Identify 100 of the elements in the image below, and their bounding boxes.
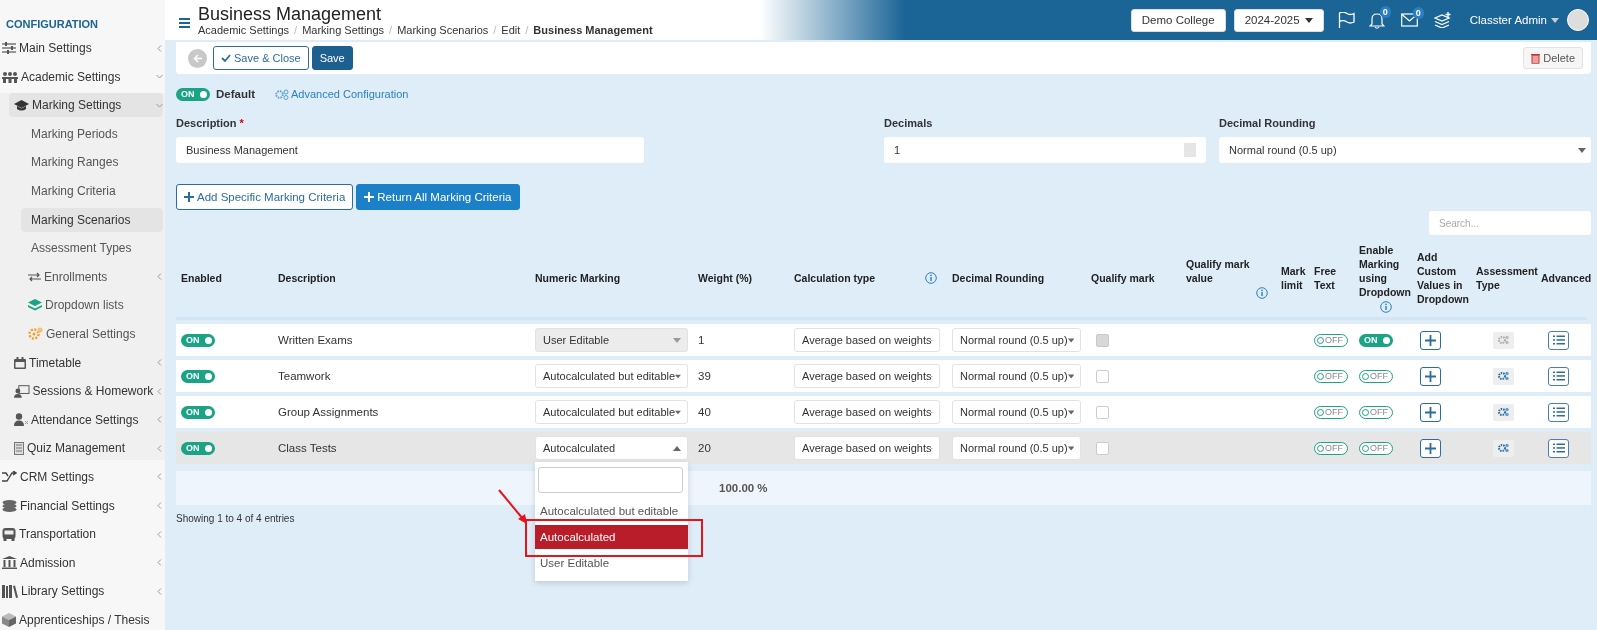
rounding-select[interactable]: Normal round (0.5 up)	[1219, 137, 1591, 163]
numeric-marking-select[interactable]: Autocalculated but editable	[535, 400, 688, 424]
toggle-switch[interactable]: OFF	[1359, 369, 1393, 383]
breadcrumb[interactable]: Marking Scenarios	[397, 24, 489, 36]
search-field[interactable]	[538, 467, 683, 493]
gear-icon	[1498, 371, 1509, 381]
sidebar-item[interactable]: Apprenticeships / Thesis	[0, 607, 163, 630]
settings-button[interactable]	[1493, 439, 1514, 457]
avatar[interactable]	[1567, 9, 1589, 31]
sidebar-item[interactable]: Sessions & Homework	[9, 379, 163, 404]
list-button[interactable]	[1548, 402, 1569, 422]
sidebar-item[interactable]: General Settings	[9, 321, 163, 346]
add-button[interactable]	[1420, 438, 1441, 458]
sidebar-item[interactable]: Transportation	[0, 522, 163, 547]
save-close-button[interactable]: Save & Close	[213, 46, 309, 70]
toggle-switch[interactable]: OFF	[1314, 441, 1348, 455]
list-button[interactable]	[1548, 330, 1569, 350]
checkbox[interactable]	[1096, 405, 1109, 419]
table-row[interactable]: ON Group Assignments Autocalculated but editable 40 Average based on weights Normal round (0.5 up) OFF OFF	[176, 396, 1591, 428]
caret-icon	[675, 373, 681, 379]
toggle-switch[interactable]: OFF	[1359, 441, 1393, 455]
breadcrumb[interactable]: Marking Settings	[302, 24, 385, 36]
check-icon	[221, 54, 231, 62]
dropdown-option[interactable]: Autocalculated but editable	[535, 499, 688, 523]
list-button[interactable]	[1548, 438, 1569, 458]
toggle-switch[interactable]: OFF	[1314, 333, 1348, 347]
sidebar-item[interactable]: Marking Criteria	[21, 178, 163, 203]
advanced-configuration-link[interactable]: Advanced Configuration	[275, 88, 409, 100]
return-criteria-button[interactable]: Return All Marking Criteria	[356, 184, 520, 210]
search-field[interactable]: Search...	[1429, 211, 1591, 235]
toggle-switch[interactable]: OFF	[1359, 405, 1393, 419]
trash-icon	[1531, 52, 1541, 64]
plus-icon	[364, 192, 375, 202]
sidebar-item[interactable]: Dropdown lists	[9, 293, 163, 318]
add-button[interactable]	[1420, 402, 1441, 422]
numeric-marking-select[interactable]: Autocalculated but editable	[535, 364, 688, 388]
chevron-icon	[156, 273, 163, 281]
total-weight: 100.00 %	[718, 482, 769, 494]
delete-button[interactable]: Delete	[1523, 47, 1583, 69]
sidebar-item[interactable]: CRM Settings	[0, 464, 163, 489]
settings-button[interactable]	[1493, 367, 1514, 385]
sidebar-item[interactable]: Marking Periods	[21, 121, 163, 146]
checkbox[interactable]	[1096, 441, 1109, 455]
sidebar-item[interactable]: Library Settings	[0, 579, 163, 604]
year-select[interactable]: 2024-2025	[1233, 8, 1324, 32]
sidebar-item[interactable]: Attendance Settings	[9, 407, 163, 432]
sidebar-item[interactable]: Financial Settings	[0, 493, 163, 518]
dropdown-option[interactable]: User Editable	[535, 551, 688, 575]
calculation-select[interactable]: Average based on weights	[794, 328, 940, 352]
menu-icon[interactable]	[179, 18, 190, 28]
column-header: Numeric Marking	[535, 271, 621, 285]
calculation-select[interactable]: Average based on weights	[794, 400, 940, 424]
info-icon[interactable]	[1256, 287, 1268, 299]
breadcrumb[interactable]: Edit	[501, 24, 521, 36]
sidebar-item[interactable]: Assessment Types	[21, 236, 163, 261]
rounding-select[interactable]: Normal round (0.5 up)	[952, 436, 1081, 460]
mail-icon[interactable]	[1400, 13, 1418, 27]
toggle-switch[interactable]: OFF	[1314, 405, 1348, 419]
calculation-select[interactable]: Average based on weights	[794, 364, 940, 388]
rounding-select[interactable]: Normal round (0.5 up)	[952, 328, 1081, 352]
info-icon[interactable]	[1379, 301, 1392, 313]
sidebar-item[interactable]: Timetable	[9, 350, 163, 375]
rounding-select[interactable]: Normal round (0.5 up)	[952, 364, 1081, 388]
decimals-field[interactable]: 1	[884, 137, 1206, 163]
table-row[interactable]: ON Teamwork Autocalculated but editable 39 Average based on weights Normal round (0.5 up) OFF OFF	[176, 360, 1591, 392]
settings-button[interactable]	[1493, 403, 1514, 421]
box-icon	[2, 612, 16, 627]
rounding-select[interactable]: Normal round (0.5 up)	[952, 400, 1081, 424]
add-button[interactable]	[1420, 366, 1441, 386]
list-button[interactable]	[1548, 366, 1569, 386]
sidebar-item[interactable]: Marking Settings	[9, 93, 163, 118]
toggle-switch[interactable]: OFF	[1314, 369, 1348, 383]
arrows-icon	[28, 271, 41, 282]
sidebar-item[interactable]: Enrollments	[9, 264, 163, 289]
info-icon[interactable]	[925, 272, 937, 284]
sidebar-item[interactable]: Academic Settings	[0, 64, 163, 89]
college-button[interactable]: Demo College	[1130, 8, 1226, 32]
numeric-marking-select[interactable]: Autocalculated	[535, 436, 688, 460]
flag-icon[interactable]	[1337, 12, 1355, 28]
user-menu[interactable]: Classter Admin	[1469, 14, 1559, 26]
column-header: Qualify mark value	[1186, 257, 1251, 285]
description-field[interactable]: Business Management	[176, 137, 644, 163]
sidebar-item[interactable]: Quiz Management	[9, 436, 163, 461]
bell-icon[interactable]	[1368, 11, 1385, 29]
sidebar-item[interactable]: Marking Scenarios	[21, 207, 163, 232]
checkbox[interactable]	[1096, 369, 1109, 383]
add-criteria-button[interactable]: Add Specific Marking Criteria	[176, 184, 354, 210]
table-cell: 40	[698, 406, 711, 418]
dropdown-option[interactable]: Autocalculated	[535, 525, 688, 549]
gear-icon	[1498, 335, 1509, 345]
calculation-select[interactable]: Average based on weights	[794, 436, 940, 460]
breadcrumb[interactable]: Academic Settings	[198, 24, 290, 36]
chevron-icon	[156, 559, 163, 567]
save-button[interactable]: Save	[311, 46, 353, 70]
layers-plus-icon[interactable]	[1433, 12, 1452, 28]
sidebar-item[interactable]: Main Settings	[0, 36, 163, 60]
list-icon	[1552, 443, 1565, 453]
sidebar-item[interactable]: Admission	[0, 550, 163, 575]
sidebar-item[interactable]: Marking Ranges	[21, 150, 163, 175]
add-button[interactable]	[1420, 330, 1441, 350]
